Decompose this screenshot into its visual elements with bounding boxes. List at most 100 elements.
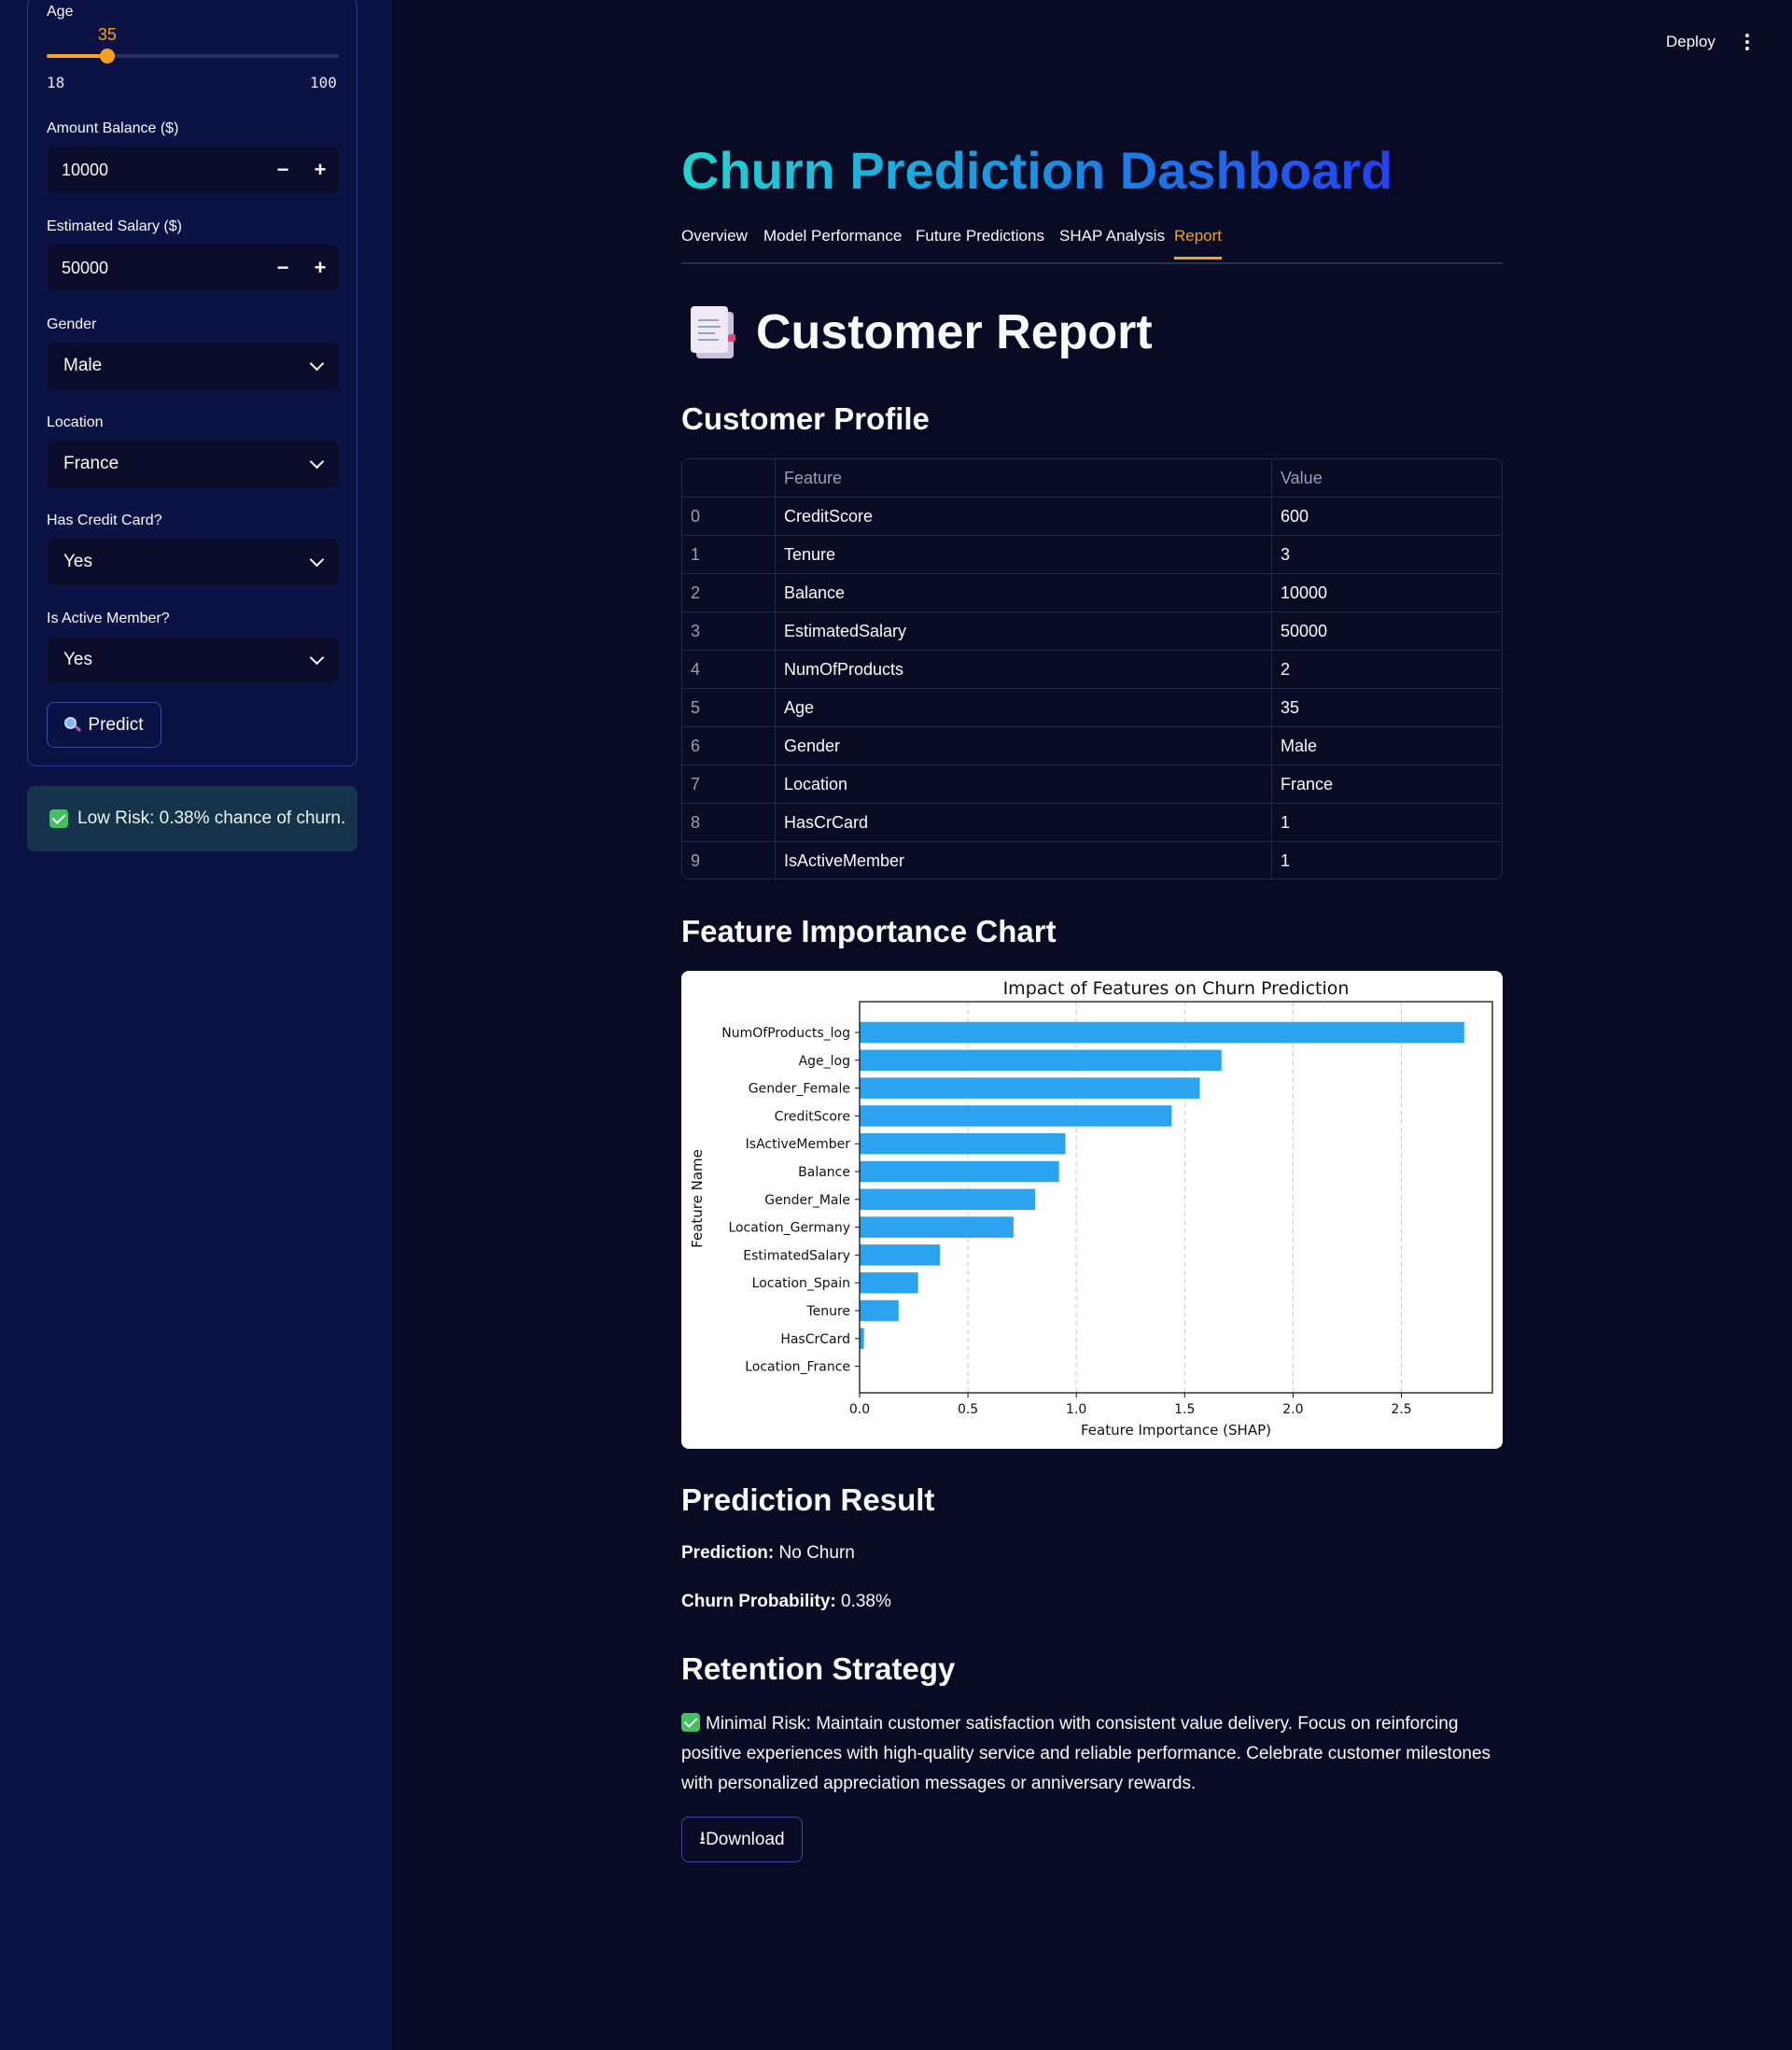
row-index: 9 — [682, 842, 776, 878]
chart-y-tick-label: CreditScore — [775, 1109, 850, 1124]
risk-alert-text: Low Risk: 0.38% chance of churn. — [77, 808, 346, 828]
chart-y-tick-label: Location_Germany — [728, 1221, 850, 1236]
active-member-value: Yes — [63, 650, 92, 669]
salary-value[interactable]: 50000 — [47, 259, 264, 278]
row-index: 5 — [682, 689, 776, 726]
predict-button[interactable]: Predict — [47, 702, 161, 748]
chart-bar — [860, 1160, 1059, 1183]
row-feature: EstimatedSalary — [776, 612, 1272, 650]
row-feature: IsActiveMember — [776, 842, 1272, 878]
page-title: Churn Prediction Dashboard — [681, 141, 1393, 200]
table-header-feature: Feature — [776, 459, 1272, 497]
balance-increment-button[interactable]: + — [301, 158, 339, 182]
credit-card-label: Has Credit Card? — [47, 512, 162, 528]
row-feature: Tenure — [776, 536, 1272, 573]
document-icon — [691, 306, 735, 358]
location-value: France — [63, 454, 119, 473]
table-row: 9 IsActiveMember 1 — [682, 842, 1502, 878]
tab-shap-analysis[interactable]: SHAP Analysis — [1059, 227, 1165, 257]
row-index: 2 — [682, 574, 776, 611]
magnifier-icon — [64, 717, 82, 733]
prediction-value: No Churn — [778, 1543, 855, 1563]
chart-y-tick-label: Balance — [798, 1165, 850, 1180]
balance-decrement-button[interactable]: − — [264, 158, 301, 182]
churn-probability: Churn Probability: 0.38% — [681, 1592, 891, 1612]
active-member-select[interactable]: Yes — [47, 637, 339, 683]
strategy-text: Minimal Risk: Maintain customer satisfac… — [681, 1709, 1503, 1799]
chevron-down-icon — [309, 650, 325, 665]
table-row: 0 CreditScore 600 — [682, 498, 1502, 536]
table-row: 2 Balance 10000 — [682, 574, 1502, 612]
chevron-down-icon — [309, 356, 325, 371]
chart-y-tick-label: Age_log — [799, 1054, 850, 1069]
salary-increment-button[interactable]: + — [301, 256, 339, 280]
age-slider-thumb[interactable] — [99, 49, 115, 63]
download-button-label: Download — [706, 1829, 785, 1849]
tab-report[interactable]: Report — [1174, 227, 1223, 260]
salary-input[interactable]: 50000 − + — [47, 245, 339, 291]
row-value: 600 — [1281, 506, 1309, 526]
age-slider-max: 100 — [310, 74, 337, 91]
row-feature: NumOfProducts — [776, 651, 1272, 688]
table-row: 3 EstimatedSalary 50000 — [682, 612, 1502, 651]
chart-y-tick-label: Location_France — [745, 1360, 850, 1375]
gender-select[interactable]: Male — [47, 343, 339, 389]
tab-future-predictions[interactable]: Future Predictions — [916, 227, 1044, 257]
row-value: 10000 — [1281, 583, 1328, 602]
salary-label: Estimated Salary ($) — [47, 218, 182, 234]
chart-svg: Impact of Features on Churn Prediction F… — [689, 978, 1493, 1439]
prediction-result: Prediction: No Churn — [681, 1543, 855, 1564]
profile-heading: Customer Profile — [681, 401, 930, 436]
row-value: 2 — [1281, 659, 1291, 679]
age-label: Age — [47, 4, 74, 20]
balance-value[interactable]: 10000 — [47, 161, 264, 180]
chart-x-axis-label: Feature Importance (SHAP) — [1081, 1422, 1271, 1439]
check-icon — [681, 1713, 700, 1732]
row-value: 50000 — [1281, 621, 1328, 640]
table-header: Feature Value — [682, 459, 1502, 498]
tab-overview[interactable]: Overview — [681, 227, 748, 257]
chart-bar — [860, 1105, 1172, 1127]
row-value: 1 — [1281, 851, 1291, 870]
more-menu-icon[interactable] — [1744, 34, 1750, 52]
row-feature: CreditScore — [776, 498, 1272, 535]
table-row: 7 Location France — [682, 765, 1502, 804]
chart-bar — [860, 1077, 1200, 1099]
table-row: 1 Tenure 3 — [682, 536, 1502, 574]
location-select[interactable]: France — [47, 441, 339, 487]
chart-x-tick-label: 0.0 — [849, 1402, 870, 1417]
chart-bar — [860, 1049, 1222, 1072]
row-value: France — [1281, 774, 1334, 793]
row-value: 1 — [1281, 812, 1291, 832]
feature-importance-chart: Impact of Features on Churn Prediction F… — [681, 971, 1503, 1449]
balance-input[interactable]: 10000 − + — [47, 147, 339, 193]
tab-model-performance[interactable]: Model Performance — [763, 227, 902, 257]
download-button[interactable]: ⭳ Download — [681, 1817, 803, 1862]
chart-x-tick-label: 1.5 — [1174, 1402, 1195, 1417]
chevron-down-icon — [309, 552, 325, 567]
report-title: Customer Report — [756, 305, 1153, 359]
chart-y-tick-label: HasCrCard — [780, 1332, 850, 1347]
age-slider-value: 35 — [97, 25, 117, 44]
chart-bar — [860, 1299, 899, 1322]
strategy-heading: Retention Strategy — [681, 1651, 956, 1686]
deploy-button[interactable]: Deploy — [1666, 33, 1715, 51]
sidebar: Age 35 18 100 Amount Balance ($) 10000 −… — [0, 0, 392, 2050]
table-row: 5 Age 35 — [682, 689, 1502, 727]
table-row: 6 Gender Male — [682, 727, 1502, 765]
table-row: 4 NumOfProducts 2 — [682, 651, 1502, 689]
tab-bar: Overview Model Performance Future Predic… — [681, 227, 1503, 264]
chart-heading: Feature Importance Chart — [681, 914, 1057, 948]
age-slider-min: 18 — [47, 74, 65, 91]
chart-bar — [860, 1271, 918, 1294]
row-feature: Balance — [776, 574, 1272, 611]
predict-button-label: Predict — [88, 714, 144, 735]
table-row: 8 HasCrCard 1 — [682, 804, 1502, 842]
gender-label: Gender — [47, 316, 97, 332]
balance-label: Amount Balance ($) — [47, 120, 179, 136]
chart-x-tick-label: 2.5 — [1391, 1402, 1411, 1417]
download-icon: ⭳ — [699, 1828, 707, 1848]
salary-decrement-button[interactable]: − — [264, 256, 301, 280]
credit-card-select[interactable]: Yes — [47, 539, 339, 585]
row-feature: HasCrCard — [776, 804, 1272, 841]
